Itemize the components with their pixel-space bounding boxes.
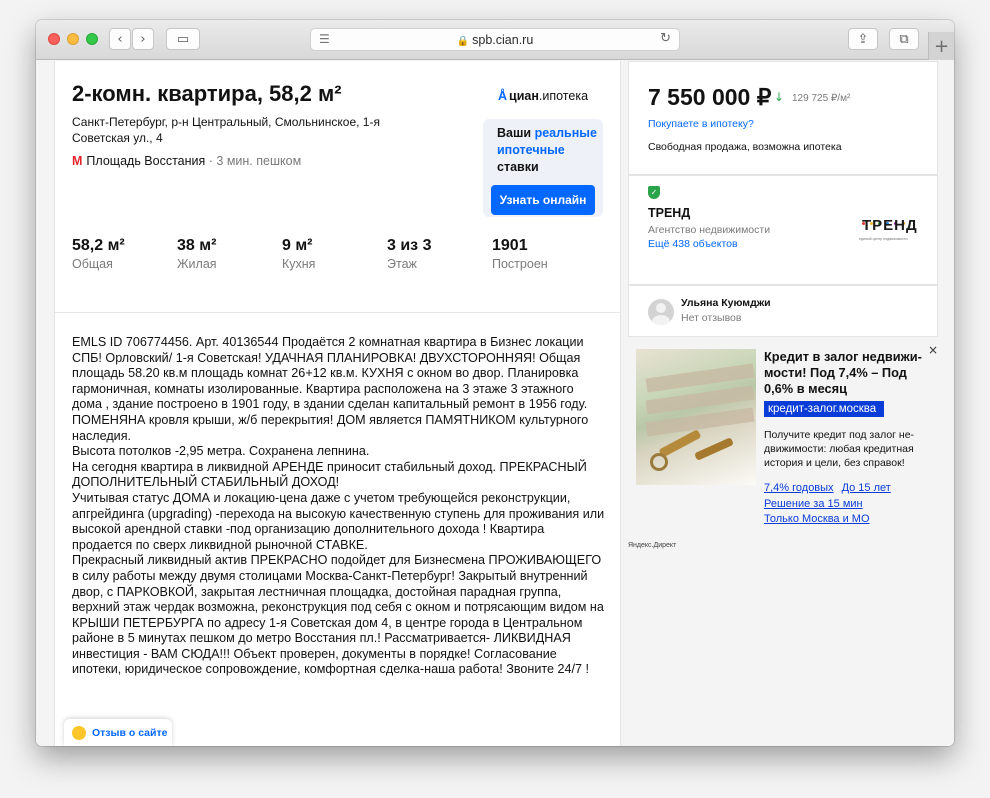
price-value: 7 550 000 ₽ xyxy=(648,84,772,110)
sidebar-button[interactable]: ▭ xyxy=(166,28,200,50)
ad-image[interactable] xyxy=(636,349,756,485)
cian-logo-brand: циан xyxy=(509,89,539,103)
cian-mortgage-logo[interactable]: Åциан.ипотека xyxy=(498,89,588,103)
url-display[interactable]: 🔒 spb.cian.ru xyxy=(311,33,679,47)
metro-distance: · 3 мин. пешком xyxy=(205,154,302,168)
listing-title: 2-комн. квартира, 58,2 м² xyxy=(72,81,342,106)
fact-value: 1901 xyxy=(492,237,528,254)
ad-domain[interactable]: кредит-залог.москва xyxy=(764,401,884,417)
ad-link[interactable]: Только Москва и МО xyxy=(764,513,870,525)
agency-logo-subtext: единый центр недвижимости xyxy=(859,237,908,241)
ad-link[interactable]: Решение за 15 мин xyxy=(764,498,863,510)
fact-value: 58,2 м² xyxy=(72,237,125,254)
ad-text: Получите кредит под залог не-движимости:… xyxy=(764,429,915,469)
forward-icon: › xyxy=(140,31,146,47)
fact-kitchen-area: 9 м² Кухня xyxy=(282,237,315,271)
fact-value: 9 м² xyxy=(282,237,313,254)
agency-card: ✓ ТРЕНД Агентство недвижимости Ещё 438 о… xyxy=(628,175,938,285)
browser-window: ‹ › ▭ ☰ 🔒 spb.cian.ru ↻ ⇪ ⧉ + 2-комн. ква… xyxy=(36,20,954,746)
fact-label: Кухня xyxy=(282,257,316,271)
mortgage-text: Ваши реальные ипотечные ставки xyxy=(497,125,601,176)
fact-total-area: 58,2 м² Общая xyxy=(72,237,125,271)
agent-card: Ульяна Куюмджи Нет отзывов xyxy=(628,285,938,337)
ad-link[interactable]: До 15 лет xyxy=(842,482,891,494)
cian-logo-suffix: .ипотека xyxy=(538,89,589,103)
section-divider xyxy=(55,312,620,313)
ad-image-key xyxy=(694,437,734,461)
ad-source[interactable]: Яндекс.Директ xyxy=(628,542,676,549)
listing-description: EMLS ID 706774456. Арт. 40136544 Продаёт… xyxy=(72,335,605,677)
share-button[interactable]: ⇪ xyxy=(848,28,878,50)
listing-address[interactable]: Санкт-Петербург, р-н Центральный, Смольн… xyxy=(72,114,432,146)
price-card: 7 550 000 ₽ ↓ 129 725 ₽/м² Покупаете в и… xyxy=(628,61,938,175)
ad-block: × Кредит в залог недвижи-мости! Под 7,4%… xyxy=(628,343,938,553)
back-button[interactable]: ‹ xyxy=(109,28,131,50)
fact-value: 38 м² xyxy=(177,237,217,254)
price-down-icon[interactable]: ↓ xyxy=(774,90,784,104)
listing-facts: 58,2 м² Общая 38 м² Жилая 9 м² Кухня 3 из 3… xyxy=(72,237,592,277)
agency-type: Агентство недвижимости xyxy=(648,224,771,236)
agency-objects-link[interactable]: Ещё 438 объектов xyxy=(648,238,738,250)
agent-name[interactable]: Ульяна Куюмджи xyxy=(681,297,771,309)
fact-label: Жилая xyxy=(177,257,217,271)
verified-shield-icon: ✓ xyxy=(648,186,660,199)
ad-image-keyring xyxy=(650,453,668,471)
mortgage-widget: Ваши реальные ипотечные ставки Узнать он… xyxy=(483,119,603,217)
fact-floor: 3 из 3 Этаж xyxy=(387,237,431,271)
zoom-window-button[interactable] xyxy=(86,33,98,45)
feedback-button[interactable]: Отзыв о сайте xyxy=(64,719,172,746)
share-icon: ⇪ xyxy=(857,31,869,47)
smile-icon xyxy=(72,725,86,740)
cian-logo-icon: Å xyxy=(498,89,508,103)
feedback-label: Отзыв о сайте xyxy=(92,726,168,739)
mortgage-link[interactable]: Покупаете в ипотеку? xyxy=(648,118,754,130)
agency-logo[interactable]: ТРЕНД xyxy=(862,217,918,234)
agency-name[interactable]: ТРЕНД xyxy=(648,206,690,220)
lock-icon: 🔒 xyxy=(456,36,470,47)
agent-avatar[interactable] xyxy=(648,299,674,325)
page-content: 2-комн. квартира, 58,2 м² Санкт-Петербур… xyxy=(36,61,954,746)
ad-link[interactable]: 7,4% годовых xyxy=(764,482,834,494)
close-icon[interactable]: × xyxy=(928,343,938,357)
fact-living-area: 38 м² Жилая xyxy=(177,237,217,271)
forward-button[interactable]: › xyxy=(132,28,154,50)
agent-reviews: Нет отзывов xyxy=(681,312,742,324)
fact-label: Общая xyxy=(72,257,113,271)
ad-title[interactable]: Кредит в залог недвижи-мости! Под 7,4% –… xyxy=(764,349,929,397)
metro-icon: М xyxy=(72,154,83,168)
metro-info: М Площадь Восстания · 3 мин. пешком xyxy=(72,154,301,168)
mortgage-text-suffix: ставки xyxy=(497,160,539,174)
ad-links: 7,4% годовых До 15 лет Решение за 15 мин … xyxy=(764,481,934,528)
agency-logo-dots xyxy=(862,212,914,225)
reload-icon[interactable]: ↻ xyxy=(660,31,671,46)
mortgage-check-button[interactable]: Узнать онлайн xyxy=(491,185,595,215)
url-text: spb.cian.ru xyxy=(472,33,534,47)
listing-main: 2-комн. квартира, 58,2 м² Санкт-Петербур… xyxy=(54,61,621,746)
fact-label: Построен xyxy=(492,257,548,271)
new-tab-button[interactable]: + xyxy=(928,32,954,60)
sidebar-icon: ▭ xyxy=(176,31,190,47)
close-window-button[interactable] xyxy=(48,33,60,45)
price-per-meter: 129 725 ₽/м² xyxy=(792,93,851,104)
tabs-button[interactable]: ⧉ xyxy=(889,28,919,50)
fact-build-year: 1901 Построен xyxy=(492,237,548,271)
fact-value: 3 из 3 xyxy=(387,237,432,254)
tabs-icon: ⧉ xyxy=(899,31,909,47)
minimize-window-button[interactable] xyxy=(67,33,79,45)
fact-label: Этаж xyxy=(387,257,417,271)
back-icon: ‹ xyxy=(117,31,123,47)
sale-type: Свободная продажа, возможна ипотека xyxy=(648,141,842,153)
browser-toolbar: ‹ › ▭ ☰ 🔒 spb.cian.ru ↻ ⇪ ⧉ + xyxy=(36,20,954,60)
mortgage-text-prefix: Ваши xyxy=(497,126,535,140)
address-bar[interactable]: ☰ 🔒 spb.cian.ru ↻ xyxy=(310,28,680,51)
metro-station[interactable]: Площадь Восстания xyxy=(86,154,205,168)
plus-icon: + xyxy=(933,35,950,57)
